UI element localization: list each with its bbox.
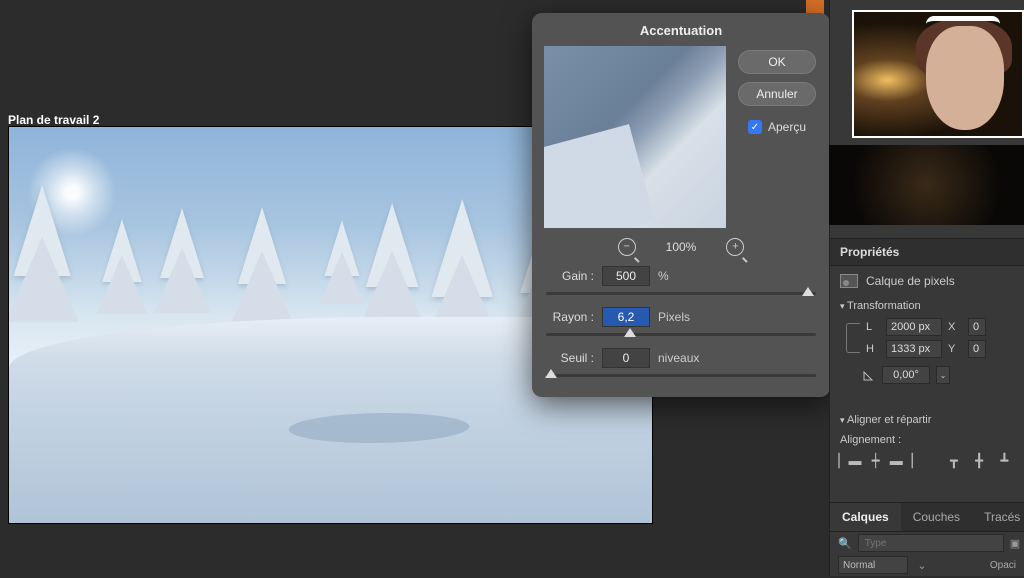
zoom-out-icon[interactable]: −	[618, 238, 636, 256]
seuil-unit: niveaux	[658, 351, 699, 365]
seuil-input[interactable]	[602, 348, 650, 368]
height-label: H	[866, 343, 880, 355]
rayon-slider[interactable]	[546, 333, 816, 336]
preview-label: Aperçu	[768, 120, 806, 134]
zoom-in-icon[interactable]: +	[726, 238, 744, 256]
x-label: X	[948, 321, 962, 333]
y-label: Y	[948, 343, 962, 355]
filter-image-icon[interactable]: ▣	[1010, 535, 1020, 551]
ok-button[interactable]: OK	[738, 50, 816, 74]
align-right-icon[interactable]: ▬▕	[891, 452, 911, 470]
gain-input[interactable]	[602, 266, 650, 286]
tree	[159, 208, 204, 328]
tree	[12, 185, 71, 341]
rayon-label: Rayon :	[546, 310, 594, 324]
navigator-preview[interactable]	[829, 145, 1024, 225]
chevron-down-icon[interactable]: ⌄	[914, 557, 930, 573]
align-center-h-icon[interactable]: ┿	[866, 452, 885, 470]
right-panel: Propriétés Calque de pixels Transformati…	[829, 0, 1024, 576]
align-left-icon[interactable]: ▏▬	[840, 452, 860, 470]
blend-mode-dropdown[interactable]: Normal	[838, 556, 908, 574]
gain-label: Gain :	[546, 269, 594, 283]
rayon-input[interactable]	[602, 307, 650, 327]
zoom-level: 100%	[666, 240, 697, 254]
properties-header[interactable]: Propriétés	[830, 238, 1024, 266]
opacity-label: Opaci	[990, 560, 1016, 571]
seuil-slider[interactable]	[546, 374, 816, 377]
align-bottom-icon[interactable]: ┻	[995, 452, 1014, 470]
height-input[interactable]	[886, 340, 942, 358]
align-top-icon[interactable]: ┳	[944, 452, 963, 470]
tree	[324, 220, 360, 316]
tab-channels[interactable]: Couches	[901, 503, 972, 531]
align-center-v-icon[interactable]: ╋	[970, 452, 989, 470]
search-icon: 🔍	[838, 535, 852, 551]
person-glasses	[926, 16, 1000, 32]
layer-filter-input[interactable]	[858, 534, 1004, 552]
width-label: L	[866, 321, 880, 333]
y-input[interactable]	[968, 340, 986, 358]
webcam-overlay	[852, 10, 1024, 138]
person-face	[926, 26, 1004, 130]
tab-layers[interactable]: Calques	[830, 503, 901, 531]
angle-dropdown-icon[interactable]: ⌄	[936, 366, 950, 384]
gain-unit: %	[658, 269, 669, 283]
tree	[101, 219, 142, 327]
width-input[interactable]	[886, 318, 942, 336]
gain-slider[interactable]	[546, 292, 816, 295]
align-header[interactable]: Aligner et répartir	[830, 410, 1024, 430]
x-input[interactable]	[968, 318, 986, 336]
dialog-title: Accentuation	[532, 13, 830, 46]
rayon-unit: Pixels	[658, 310, 690, 324]
tab-paths[interactable]: Tracés	[972, 503, 1024, 531]
angle-input[interactable]: 0,00°	[882, 366, 930, 384]
transform-header[interactable]: Transformation	[830, 296, 1024, 316]
unsharp-mask-dialog: Accentuation OK Annuler ✓ Aperçu − 100% …	[532, 13, 830, 397]
layer-type-label: Calque de pixels	[866, 274, 955, 288]
pixel-layer-icon	[840, 274, 858, 288]
filter-preview[interactable]	[544, 46, 726, 228]
alignment-label: Alignement :	[830, 430, 1024, 452]
link-dimensions-icon[interactable]	[846, 323, 860, 353]
angle-icon	[862, 368, 876, 382]
seuil-label: Seuil :	[546, 351, 594, 365]
cancel-button[interactable]: Annuler	[738, 82, 816, 106]
preview-checkbox[interactable]: ✓	[748, 120, 762, 134]
